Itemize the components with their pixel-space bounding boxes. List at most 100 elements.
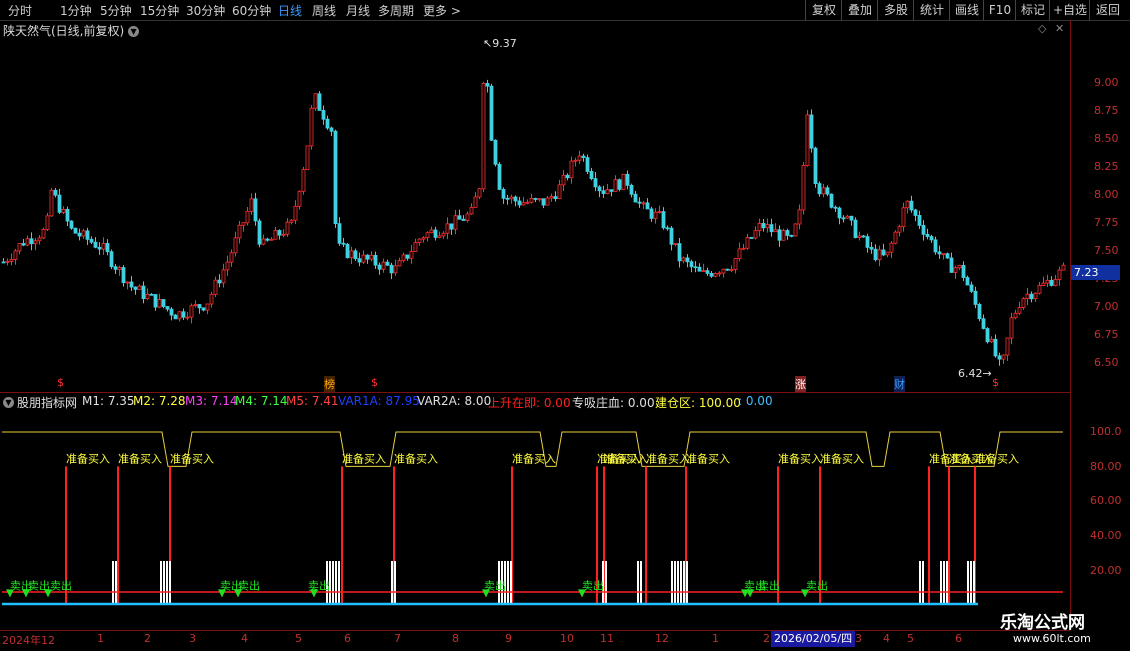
buy-signal-label: 准备买入 (820, 451, 864, 465)
blood-absorb-bar (680, 561, 682, 604)
candle-body (45, 215, 50, 230)
candle-body (893, 231, 898, 244)
candle-body (937, 251, 942, 255)
tab-daily[interactable]: 日线 (278, 2, 302, 19)
indicator-y-tick: 100.0 (1090, 425, 1122, 438)
candle-body (177, 311, 182, 320)
candle-body (181, 311, 186, 318)
candle-body (569, 160, 574, 179)
indicator-value: M1: 7.35 (82, 394, 135, 408)
candle-body (441, 232, 446, 237)
tab-weekly[interactable]: 周线 (312, 2, 336, 19)
candle-body (813, 147, 818, 185)
candle-body (197, 304, 202, 309)
statistics-button[interactable]: 统计 (913, 0, 950, 20)
candle-body (777, 229, 782, 241)
candle-body (845, 215, 850, 219)
add-watchlist-button[interactable]: +自选 (1049, 0, 1090, 20)
back-button[interactable]: 返回 (1089, 0, 1126, 20)
tab-60min[interactable]: 60分钟 (232, 2, 271, 19)
time-label: 2 (144, 632, 151, 645)
time-axis: 2024年12 1 2 3 4 5 6 7 8 9 10 11 12 1 2 3… (0, 630, 1070, 651)
restore-rights-button[interactable]: 复权 (805, 0, 842, 20)
candle-body (661, 211, 666, 229)
candle-body (737, 248, 742, 260)
tab-5min[interactable]: 5分钟 (100, 2, 132, 19)
candle-body (205, 303, 210, 311)
tab-monthly[interactable]: 月线 (346, 2, 370, 19)
candle-body (401, 254, 406, 262)
candle-body (353, 250, 358, 260)
blood-absorb-bar (677, 561, 679, 604)
candle-body (829, 193, 834, 208)
candle-body (833, 206, 838, 209)
candle-body (225, 261, 230, 271)
candle-body (341, 242, 346, 245)
f10-button[interactable]: F10 (983, 0, 1016, 20)
event-marker[interactable]: 涨 (795, 376, 806, 392)
candle-body (237, 224, 242, 239)
y-tick: 8.25 (1094, 160, 1119, 173)
event-marker[interactable]: $ (371, 376, 378, 389)
tab-more[interactable]: 更多 > (423, 2, 461, 19)
tab-15min[interactable]: 15分钟 (140, 2, 179, 19)
candle-body (1017, 307, 1022, 314)
tab-multi-period[interactable]: 多周期 (378, 2, 414, 19)
tab-30min[interactable]: 30分钟 (186, 2, 225, 19)
candle-body (69, 220, 74, 229)
indicator-value: M5: 7.41 (286, 394, 339, 408)
candle-body (305, 145, 310, 170)
event-marker[interactable]: 财 (894, 376, 905, 392)
candle-body (109, 251, 114, 268)
candle-body (269, 238, 274, 241)
draw-line-button[interactable]: 画线 (949, 0, 984, 20)
blood-absorb-bar (674, 561, 676, 604)
tab-1min[interactable]: 1分钟 (60, 2, 92, 19)
mark-button[interactable]: 标记 (1015, 0, 1050, 20)
candle-body (349, 250, 354, 259)
candle-body (81, 230, 86, 237)
candle-body (657, 211, 662, 214)
candle-body (497, 163, 502, 190)
candle-body (165, 306, 170, 310)
candle-body (789, 235, 794, 237)
event-marker[interactable]: $ (57, 376, 64, 389)
candle-body (161, 299, 166, 307)
candle-body (881, 249, 886, 256)
candle-body (481, 83, 486, 190)
candle-body (321, 109, 326, 120)
candle-body (705, 270, 710, 274)
candle-body (989, 338, 994, 343)
candle-body (689, 261, 694, 268)
sell-signal-label: 卖出 (238, 578, 260, 592)
blood-absorb-bar (671, 561, 673, 604)
candle-body (589, 171, 594, 179)
tab-fenshi[interactable]: 分时 (8, 2, 32, 19)
chevron-down-icon[interactable]: ▼ (3, 394, 14, 408)
indicator-value: : 0.00 (738, 394, 773, 408)
candle-body (469, 206, 474, 215)
candle-body (57, 194, 62, 213)
candle-body (925, 233, 930, 237)
candle-body (117, 267, 122, 270)
blood-absorb-bar (919, 561, 921, 604)
candle-body (173, 314, 178, 320)
candle-body (209, 293, 214, 305)
time-label: 5 (907, 632, 914, 645)
multi-stock-button[interactable]: 多股 (877, 0, 914, 20)
time-label: 11 (600, 632, 614, 645)
time-label: 9 (505, 632, 512, 645)
candle-body (741, 247, 746, 250)
candle-body (917, 215, 922, 226)
candle-body (265, 238, 270, 241)
candle-body (329, 127, 334, 132)
buy-signal-label: 准备买入 (394, 451, 438, 465)
candle-body (825, 187, 830, 195)
sell-signal-label: 卖出 (582, 578, 604, 592)
event-marker[interactable]: 榜 (324, 376, 335, 392)
candle-body (1053, 279, 1058, 286)
event-marker[interactable]: $ (992, 376, 999, 389)
candle-body (985, 328, 990, 343)
candle-body (293, 205, 298, 221)
overlay-button[interactable]: 叠加 (841, 0, 878, 20)
